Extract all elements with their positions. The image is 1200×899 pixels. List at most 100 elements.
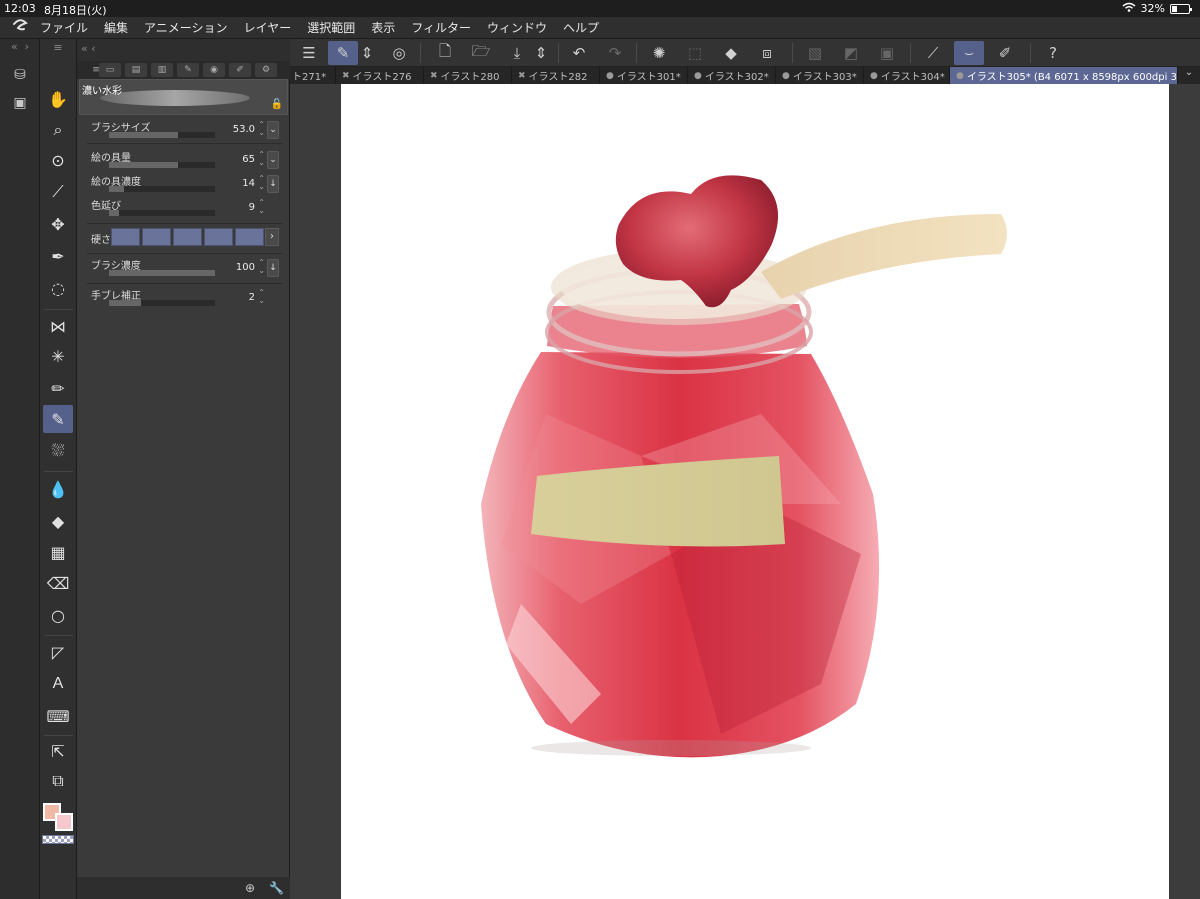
spin-icon[interactable]: ⌃ ⌄ (258, 151, 265, 167)
collapse-arrows-icon[interactable]: « › (2, 40, 38, 58)
eraser-icon[interactable]: ⌫ (43, 569, 73, 597)
hardness-level[interactable] (173, 228, 202, 246)
subtool-tab-4[interactable]: ✎ (177, 63, 199, 77)
menu-selection[interactable]: 選択範囲 (307, 19, 355, 36)
menu-filter[interactable]: フィルター (411, 19, 471, 36)
selection-border-icon[interactable]: ▣ (872, 41, 902, 65)
close-tab-icon[interactable]: ✖ (518, 71, 526, 81)
prop-brush-density[interactable]: ブラシ濃度 100 ⌃ ⌄ ↓ (89, 257, 289, 283)
sub-color-swatch[interactable] (55, 813, 73, 831)
save-icon[interactable]: ⤓ (502, 41, 532, 65)
prop-slider[interactable] (109, 162, 215, 168)
spin-icon[interactable]: ⌃ ⌄ (258, 289, 265, 305)
subtool-tab-6[interactable]: ✐ (229, 63, 251, 77)
menu-view[interactable]: 表示 (371, 19, 395, 36)
prop-stabilization[interactable]: 手ブレ補正 2 ⌃ ⌄ (89, 287, 289, 313)
undo-icon[interactable]: ↶ (564, 41, 594, 65)
pen-icon[interactable]: ✒ (43, 242, 73, 270)
pressure-icon[interactable]: ⌄ (267, 151, 279, 169)
operation-icon[interactable]: ⇱ (43, 737, 73, 765)
sub-view-icon[interactable]: ▣ (10, 95, 30, 113)
pen-line-icon[interactable]: ✐ (990, 41, 1020, 65)
zoom-icon[interactable]: ⌕ (43, 116, 73, 144)
frame-icon[interactable]: ◸ (43, 638, 73, 666)
magic-wand-icon[interactable]: ✳ (43, 342, 73, 370)
menu-file[interactable]: ファイル (40, 19, 88, 36)
menu-animation[interactable]: アニメーション (144, 19, 228, 36)
open-folder-icon[interactable]: 🗁 (466, 41, 496, 65)
ruler-icon[interactable]: ⟋ (918, 41, 948, 65)
prop-slider[interactable] (109, 210, 215, 216)
menu-layer[interactable]: レイヤー (244, 19, 292, 36)
gradient-icon[interactable]: ▦ (43, 538, 73, 566)
lasso-icon[interactable]: ◌ (43, 274, 73, 302)
subtool-tab-2[interactable]: ▤ (125, 63, 147, 77)
prop-brush-size[interactable]: ブラシサイズ 53.0 ⌃ ⌄ ⌄ (89, 119, 289, 145)
updown-chevron-icon[interactable]: ⇕ (358, 41, 376, 65)
tab-doc-276[interactable]: ✖ イラスト276 (336, 67, 424, 84)
redo-icon[interactable]: ↷ (600, 41, 630, 65)
prop-hardness[interactable]: 硬さ › (89, 227, 289, 251)
tab-doc-305[interactable]: ●イラスト305* (B4 6071 x 8598px 600dpi 31.1%… (950, 67, 1178, 84)
updown-chevron-icon-2[interactable]: ⇕ (532, 41, 550, 65)
eyedropper-icon[interactable]: ⟋ (43, 178, 73, 206)
panel-grip-icon[interactable]: ≡ (43, 37, 73, 57)
fill-icon[interactable]: ◆ (716, 41, 746, 65)
prop-slider[interactable] (109, 186, 215, 192)
lock-icon[interactable]: 🔓 (271, 99, 283, 110)
invert-selection-icon[interactable]: ◩ (836, 41, 866, 65)
tab-doc-301[interactable]: ● イラスト301* (600, 67, 688, 84)
subtool-tab-7[interactable]: ⚙ (255, 63, 277, 77)
hand-icon[interactable]: ✋ (43, 85, 73, 113)
close-tab-icon[interactable]: ✖ (342, 71, 350, 81)
transparent-color-swatch[interactable] (42, 835, 74, 844)
chevron-down-icon[interactable]: ⌄ (1178, 67, 1200, 84)
hamburger-menu-icon[interactable]: ☰ (294, 41, 324, 65)
canvas-area[interactable] (290, 84, 1200, 899)
deselect-icon[interactable]: ▧ (800, 41, 830, 65)
prop-paint-density[interactable]: 絵の具濃度 14 ⌃ ⌄ ↓ (89, 173, 289, 199)
pencil-icon[interactable]: ✏ (43, 374, 73, 402)
tab-doc-282[interactable]: ✖ イラスト282 (512, 67, 600, 84)
spin-icon[interactable]: ⌃ ⌄ (258, 259, 265, 275)
prop-paint-amount[interactable]: 絵の具量 65 ⌃ ⌄ ⌄ (89, 149, 289, 175)
hardness-level[interactable] (111, 228, 140, 246)
hardness-level[interactable] (235, 228, 264, 246)
balloon-icon[interactable]: ⌨ (43, 702, 73, 730)
reset-icon[interactable]: ⊕ (245, 881, 255, 895)
layer-move-icon[interactable]: ⧉ (43, 767, 73, 795)
blend-icon[interactable]: 💧 (43, 475, 73, 503)
pressure-icon[interactable]: ⌄ (267, 121, 279, 139)
tab-doc-271[interactable]: ト271* (290, 67, 336, 84)
select-area-icon[interactable]: ⬚ (680, 41, 710, 65)
menu-help[interactable]: ヘルプ (563, 19, 599, 36)
ellipse-icon[interactable]: ○ (43, 601, 73, 629)
spiral-icon[interactable]: ◎ (384, 41, 414, 65)
download-icon[interactable]: ↓ (267, 259, 279, 277)
prop-slider[interactable] (109, 270, 215, 276)
airbrush-icon[interactable]: ⛆ (43, 437, 73, 465)
app-logo-icon[interactable] (0, 18, 40, 38)
prop-color-stretch[interactable]: 色延び 9 ⌃ ⌄ (89, 197, 289, 223)
object-select-icon[interactable]: ⊙ (43, 146, 73, 174)
close-tab-icon[interactable]: ✖ (430, 71, 438, 81)
menu-edit[interactable]: 編集 (104, 19, 128, 36)
tab-doc-304[interactable]: ● イラスト304* (864, 67, 950, 84)
tab-doc-303[interactable]: ● イラスト303* (776, 67, 864, 84)
tab-doc-302[interactable]: ● イラスト302* (688, 67, 776, 84)
subtool-tab-1[interactable]: ▭ (99, 63, 121, 77)
transform-icon[interactable]: ⧈ (752, 41, 782, 65)
help-icon[interactable]: ? (1038, 41, 1068, 65)
brush-icon[interactable]: ✎ (43, 405, 73, 433)
prop-slider[interactable] (109, 132, 215, 138)
subtool-tab-3[interactable]: ▥ (151, 63, 173, 77)
collapse-icon[interactable]: « ‹ (81, 42, 96, 55)
spin-icon[interactable]: ⌃ ⌄ (258, 175, 265, 191)
tab-doc-280[interactable]: ✖ イラスト280 (424, 67, 512, 84)
wrench-icon[interactable]: 🔧 (269, 881, 284, 895)
hardness-level[interactable] (142, 228, 171, 246)
fill-bucket-icon[interactable]: ◆ (43, 507, 73, 535)
ribbon-icon[interactable]: ⋈ (43, 312, 73, 340)
download-icon[interactable]: ↓ (267, 175, 279, 193)
new-file-icon[interactable]: 🗋 (430, 41, 460, 65)
